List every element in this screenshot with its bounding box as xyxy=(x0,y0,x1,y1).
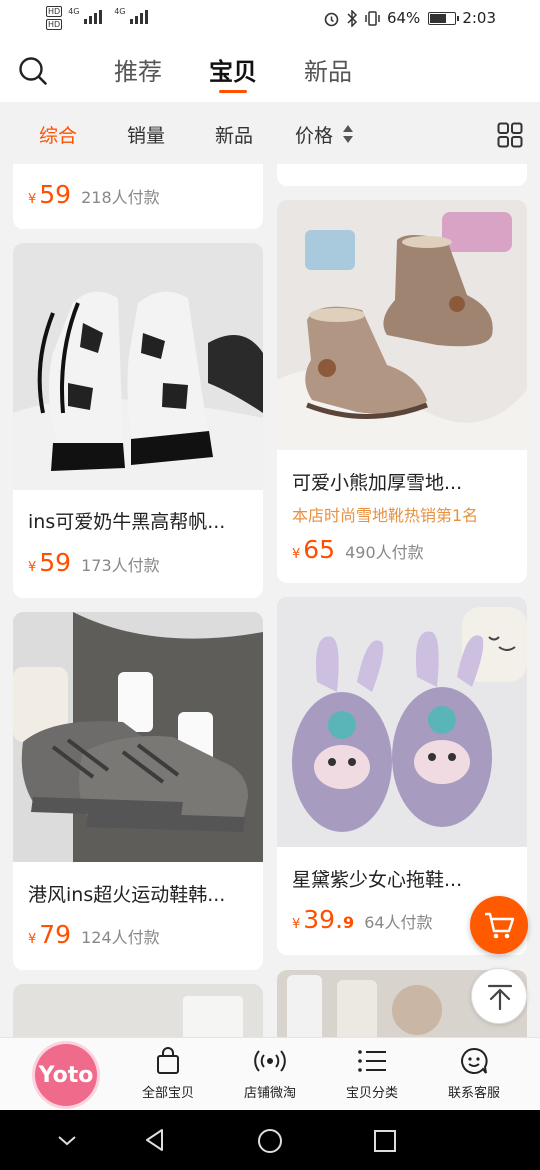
product-image xyxy=(277,200,527,450)
currency-symbol: ¥ xyxy=(28,192,37,207)
product-card[interactable]: 港风ins超火运动鞋韩... ¥ 79 124人付款 xyxy=(13,612,263,970)
arrow-up-icon xyxy=(487,984,513,1011)
clock-time: 2:03 xyxy=(462,9,496,27)
currency-symbol: ¥ xyxy=(28,932,37,947)
recents-square-icon[interactable] xyxy=(372,1128,398,1154)
sold-count: 64人付款 xyxy=(364,913,433,932)
price: 59 xyxy=(39,180,72,209)
signal-indicators: HD HD 4G 4G xyxy=(46,6,154,30)
product-image xyxy=(13,243,263,490)
status-bar: HD HD 4G 4G 64% 2:03 xyxy=(0,0,540,40)
hd-label-2: HD xyxy=(46,19,63,30)
product-card[interactable] xyxy=(277,164,527,186)
price: 79 xyxy=(39,920,72,949)
cart-button[interactable] xyxy=(470,896,528,954)
sort-arrows-icon[interactable] xyxy=(342,123,354,145)
smiley-chat-icon xyxy=(461,1047,488,1074)
tab-products[interactable]: 宝贝 xyxy=(209,52,257,87)
categories-button[interactable]: 宝贝分类 xyxy=(327,1046,417,1101)
currency-symbol: ¥ xyxy=(292,547,301,562)
vibrate-icon xyxy=(365,10,380,26)
alarm-icon xyxy=(324,12,339,26)
product-card[interactable]: ¥ 59 218人付款 xyxy=(13,164,263,229)
product-card[interactable] xyxy=(13,984,263,1037)
bottom-label: 店铺微淘 xyxy=(243,1086,296,1101)
battery-icon xyxy=(428,11,460,25)
battery-percent: 64% xyxy=(386,9,421,27)
price-row: ¥ 59 173人付款 xyxy=(28,548,160,577)
shop-logo[interactable]: Yoto xyxy=(35,1044,97,1106)
tab-new[interactable]: 新品 xyxy=(304,52,352,87)
currency-symbol: ¥ xyxy=(28,560,37,575)
sold-count: 124人付款 xyxy=(81,928,160,947)
price-row: ¥ 39. 9 64人付款 xyxy=(292,905,433,934)
price-row: ¥ 59 218人付款 xyxy=(28,180,160,209)
sort-bar: 综合 销量 新品 价格 xyxy=(0,102,540,164)
product-title: 港风ins超火运动鞋韩... xyxy=(28,884,226,906)
sort-sales[interactable]: 销量 xyxy=(127,121,165,148)
currency-symbol: ¥ xyxy=(292,917,301,932)
sort-price[interactable]: 价格 xyxy=(295,121,333,148)
product-title: 星黛紫少女心拖鞋... xyxy=(292,869,463,891)
product-image xyxy=(277,597,527,847)
shop-bottom-bar: Yoto 全部宝贝 店铺微淘 宝贝分类 联系客服 xyxy=(0,1037,540,1110)
product-title: ins可爱奶牛黑高帮帆... xyxy=(28,511,226,533)
bluetooth-icon xyxy=(347,9,358,27)
sold-count: 490人付款 xyxy=(345,543,424,562)
shop-feed-button[interactable]: 店铺微淘 xyxy=(225,1046,315,1101)
product-card[interactable]: ins可爱奶牛黑高帮帆... ¥ 59 173人付款 xyxy=(13,243,263,598)
customer-service-button[interactable]: 联系客服 xyxy=(429,1046,519,1101)
tab-recommend[interactable]: 推荐 xyxy=(114,52,162,87)
broadcast-icon xyxy=(254,1050,286,1072)
shopping-bag-icon xyxy=(157,1047,179,1074)
product-title: 可爱小熊加厚雪地... xyxy=(292,472,463,494)
price: 65 xyxy=(303,535,336,564)
hd-label-1: HD xyxy=(46,6,63,17)
price: 59 xyxy=(39,548,72,577)
system-nav-bar xyxy=(0,1110,540,1170)
sort-comprehensive[interactable]: 综合 xyxy=(39,121,77,148)
search-icon[interactable] xyxy=(18,56,48,86)
product-image xyxy=(13,984,263,1037)
back-triangle-icon[interactable] xyxy=(142,1127,168,1153)
product-image xyxy=(13,612,263,862)
list-icon xyxy=(358,1050,386,1072)
product-card[interactable]: 可爱小熊加厚雪地... 本店时尚雪地靴热销第1名 ¥ 65 490人付款 xyxy=(277,200,527,583)
product-promo: 本店时尚雪地靴热销第1名 xyxy=(292,506,479,525)
bottom-label: 全部宝贝 xyxy=(141,1086,194,1101)
sold-count: 173人付款 xyxy=(81,556,160,575)
top-nav: 推荐 宝贝 新品 xyxy=(0,40,540,102)
back-to-top-button[interactable] xyxy=(471,968,527,1024)
bottom-label: 宝贝分类 xyxy=(345,1086,398,1101)
price-row: ¥ 79 124人付款 xyxy=(28,920,160,949)
home-circle-icon[interactable] xyxy=(256,1127,284,1155)
sort-new[interactable]: 新品 xyxy=(215,121,253,148)
price-row: ¥ 65 490人付款 xyxy=(292,535,424,564)
active-tab-indicator xyxy=(219,90,247,93)
product-feed: ¥ 59 218人付款 可爱小熊加厚雪地... 本店时尚雪地靴热销第1名 ¥ 6… xyxy=(0,164,540,1037)
status-right: 64% 2:03 xyxy=(323,9,496,27)
bottom-label: 联系客服 xyxy=(447,1086,500,1101)
price: 39. xyxy=(303,905,344,934)
all-products-button[interactable]: 全部宝贝 xyxy=(123,1046,213,1101)
price-decimal: 9 xyxy=(343,913,355,932)
sold-count: 218人付款 xyxy=(81,188,160,207)
signal-2-icon: 4G xyxy=(114,6,154,26)
grid-view-icon[interactable] xyxy=(497,122,523,148)
cart-icon xyxy=(485,912,515,939)
signal-1-icon: 4G xyxy=(68,6,108,26)
chevron-down-icon[interactable] xyxy=(55,1130,79,1150)
